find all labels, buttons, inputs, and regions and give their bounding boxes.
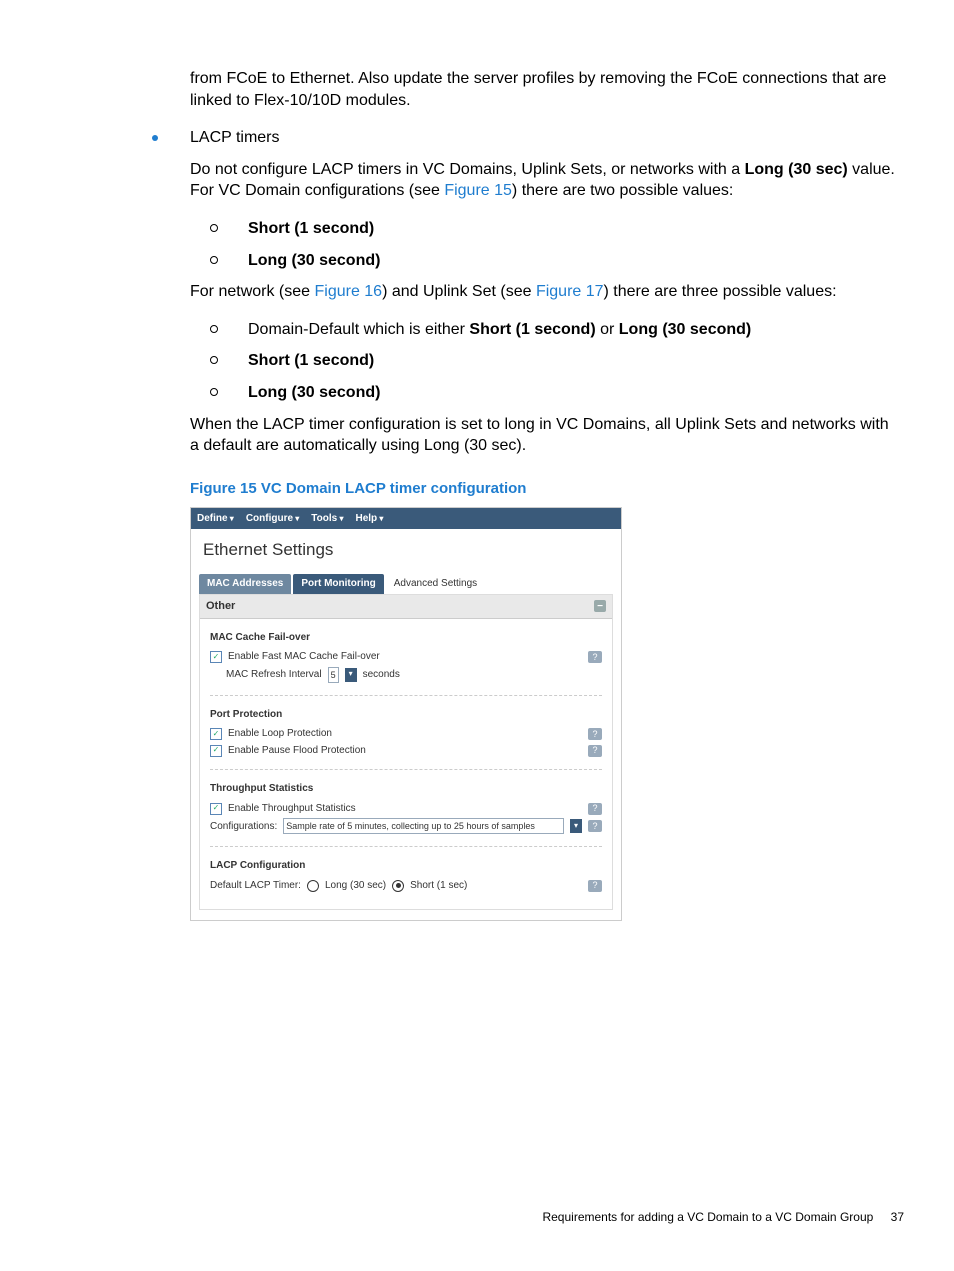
lacp-paragraph-1: Do not configure LACP timers in VC Domai…: [190, 159, 900, 202]
radio-long[interactable]: [307, 880, 319, 892]
text: Do not configure LACP timers in VC Domai…: [190, 161, 745, 178]
circle-icon: [210, 256, 218, 264]
checkbox-pause-flood[interactable]: [210, 745, 222, 757]
menu-tools[interactable]: Tools: [311, 512, 343, 526]
help-icon[interactable]: ?: [588, 745, 602, 757]
help-icon[interactable]: ?: [588, 880, 602, 892]
section-mac-cache: MAC Cache Fail-over: [210, 631, 602, 645]
page-title: Ethernet Settings: [191, 529, 621, 574]
vc-domain-screenshot: Define Configure Tools Help Ethernet Set…: [190, 507, 622, 921]
lacp-paragraph-3: When the LACP timer configuration is set…: [190, 414, 900, 457]
dropdown-icon[interactable]: ▾: [345, 668, 357, 682]
tab-advanced-settings[interactable]: Advanced Settings: [386, 574, 485, 594]
checkbox-throughput[interactable]: [210, 803, 222, 815]
tab-port-monitoring[interactable]: Port Monitoring: [293, 574, 383, 594]
text: ) there are two possible values:: [512, 182, 733, 199]
menu-help[interactable]: Help: [355, 512, 383, 526]
help-icon[interactable]: ?: [588, 651, 602, 663]
bold: Long (30 second): [619, 321, 751, 338]
label-default-lacp: Default LACP Timer:: [210, 879, 301, 893]
sub-short-2: Short (1 second): [248, 350, 374, 372]
link-figure-17[interactable]: Figure 17: [536, 283, 604, 300]
circle-icon: [210, 388, 218, 396]
checkbox-loop[interactable]: [210, 728, 222, 740]
sub-domain-default: Domain-Default which is either Short (1 …: [248, 319, 751, 341]
dropdown-icon[interactable]: ▾: [570, 819, 582, 833]
sub-long-1: Long (30 second): [248, 250, 380, 272]
label-long: Long (30 sec): [325, 879, 386, 893]
panel-other-title: Other: [206, 599, 235, 614]
text: ) there are three possible values:: [604, 283, 837, 300]
tab-mac-addresses[interactable]: MAC Addresses: [199, 574, 291, 594]
figure-15-label: Figure 15 VC Domain LACP timer configura…: [190, 479, 910, 499]
circle-icon: [210, 325, 218, 333]
label-loop: Enable Loop Protection: [228, 727, 332, 741]
circle-icon: [210, 224, 218, 232]
lacp-paragraph-2: For network (see Figure 16) and Uplink S…: [190, 281, 900, 303]
label-configurations: Configurations:: [210, 820, 277, 834]
sub-long-2: Long (30 second): [248, 382, 380, 404]
menu-define[interactable]: Define: [197, 512, 234, 526]
label-throughput: Enable Throughput Statistics: [228, 802, 356, 816]
text: Domain-Default which is either: [248, 321, 469, 338]
link-figure-16[interactable]: Figure 16: [314, 283, 382, 300]
text: ) and Uplink Set (see: [382, 283, 536, 300]
bullet-icon: [152, 135, 158, 141]
menu-bar: Define Configure Tools Help: [191, 508, 621, 530]
label-seconds: seconds: [363, 668, 400, 682]
menu-configure[interactable]: Configure: [246, 512, 299, 526]
checkbox-fast-mac[interactable]: [210, 651, 222, 663]
refresh-value: 5: [328, 667, 339, 683]
label-fast-mac: Enable Fast MAC Cache Fail-over: [228, 650, 380, 664]
collapse-icon[interactable]: −: [594, 600, 606, 612]
section-lacp-config: LACP Configuration: [210, 859, 602, 873]
help-icon[interactable]: ?: [588, 728, 602, 740]
sub-short-1: Short (1 second): [248, 218, 374, 240]
config-value: Sample rate of 5 minutes, collecting up …: [283, 818, 564, 834]
footer-text: Requirements for adding a VC Domain to a…: [542, 1210, 873, 1224]
bullet-lacp-timers: LACP timers: [190, 127, 280, 149]
bold-long: Long (30 sec): [745, 161, 848, 178]
label-refresh-interval: MAC Refresh Interval: [226, 668, 322, 682]
intro-paragraph: from FCoE to Ethernet. Also update the s…: [190, 68, 900, 111]
link-figure-15[interactable]: Figure 15: [444, 182, 512, 199]
circle-icon: [210, 356, 218, 364]
page-footer: Requirements for adding a VC Domain to a…: [542, 1209, 904, 1225]
label-short: Short (1 sec): [410, 879, 467, 893]
help-icon[interactable]: ?: [588, 803, 602, 815]
section-throughput: Throughput Statistics: [210, 782, 602, 796]
text: For network (see: [190, 283, 314, 300]
radio-short[interactable]: [392, 880, 404, 892]
text: or: [596, 321, 619, 338]
section-port-protection: Port Protection: [210, 708, 602, 722]
bold: Short (1 second): [469, 321, 595, 338]
page-number: 37: [891, 1210, 904, 1224]
label-pause-flood: Enable Pause Flood Protection: [228, 744, 366, 758]
help-icon[interactable]: ?: [588, 820, 602, 832]
